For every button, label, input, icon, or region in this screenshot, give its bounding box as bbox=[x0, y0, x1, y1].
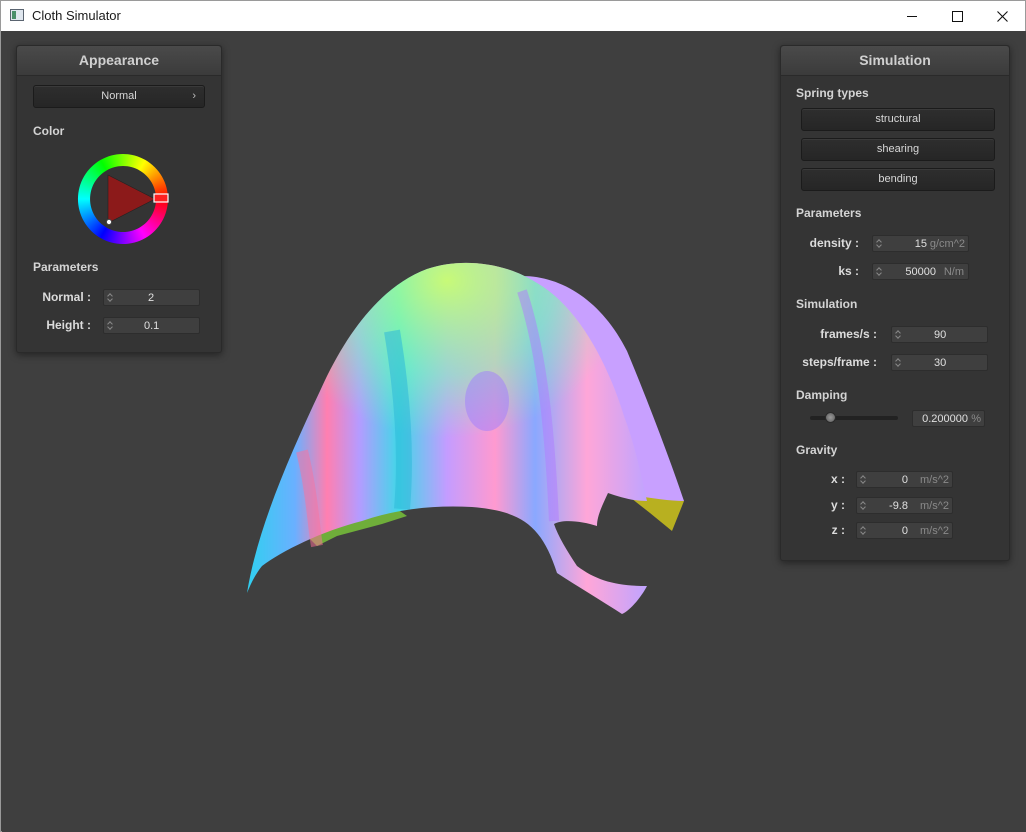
spinner-icon[interactable] bbox=[860, 499, 867, 512]
structural-button[interactable]: structural bbox=[801, 108, 995, 131]
color-triangle-handle[interactable] bbox=[105, 218, 113, 226]
gravity-y-label: y : bbox=[830, 498, 845, 512]
appearance-panel: Appearance Normal › Color Parameters Nor… bbox=[16, 45, 222, 353]
appearance-params-label: Parameters bbox=[33, 260, 99, 274]
shader-dropdown[interactable]: Normal › bbox=[33, 85, 205, 108]
ks-input[interactable]: 50000 N/m bbox=[872, 263, 969, 280]
color-wheel-picker[interactable] bbox=[73, 149, 173, 249]
cloth-dimple bbox=[465, 371, 509, 431]
app-icon bbox=[10, 9, 24, 21]
damping-input[interactable]: 0.200000 % bbox=[912, 410, 985, 427]
spinner-icon[interactable] bbox=[860, 524, 867, 537]
color-section-label: Color bbox=[33, 124, 65, 138]
close-button[interactable] bbox=[979, 1, 1025, 31]
height-label: Height : bbox=[46, 318, 91, 332]
gravity-y-input[interactable]: -9.8 m/s^2 bbox=[856, 497, 953, 514]
render-viewport[interactable]: Appearance Normal › Color Parameters Nor… bbox=[2, 31, 1026, 832]
steps-input[interactable]: 30 bbox=[891, 354, 988, 371]
spinner-icon[interactable] bbox=[895, 328, 902, 341]
spinner-icon[interactable] bbox=[876, 237, 883, 250]
gravity-x-label: x : bbox=[830, 472, 845, 486]
density-label: density : bbox=[809, 236, 859, 250]
spring-types-label: Spring types bbox=[796, 86, 869, 100]
gravity-z-label: z : bbox=[831, 523, 845, 537]
color-triangle[interactable] bbox=[108, 175, 155, 223]
close-icon bbox=[997, 11, 1008, 22]
height-input[interactable]: 0.1 bbox=[103, 317, 200, 334]
maximize-button[interactable] bbox=[934, 1, 980, 31]
bending-button[interactable]: bending bbox=[801, 168, 995, 191]
spinner-icon[interactable] bbox=[860, 473, 867, 486]
density-input[interactable]: 15 g/cm^2 bbox=[872, 235, 969, 252]
ks-label: ks : bbox=[838, 264, 859, 278]
gravity-x-input[interactable]: 0 m/s^2 bbox=[856, 471, 953, 488]
gravity-label: Gravity bbox=[796, 443, 838, 457]
spinner-icon[interactable] bbox=[107, 319, 114, 332]
spinner-icon[interactable] bbox=[895, 356, 902, 369]
title-bar[interactable]: Cloth Simulator bbox=[1, 1, 1025, 31]
simulation-panel: Simulation Spring types structural shear… bbox=[780, 45, 1010, 561]
spinner-icon[interactable] bbox=[876, 265, 883, 278]
damping-label: Damping bbox=[796, 388, 848, 402]
shader-dropdown-value: Normal bbox=[101, 90, 137, 102]
hue-handle[interactable] bbox=[153, 193, 169, 203]
normal-input[interactable]: 2 bbox=[103, 289, 200, 306]
spinner-icon[interactable] bbox=[107, 291, 114, 304]
damping-slider-track bbox=[810, 416, 898, 420]
window-title: Cloth Simulator bbox=[32, 8, 121, 23]
damping-slider-knob[interactable] bbox=[825, 412, 836, 423]
minimize-button[interactable] bbox=[889, 1, 935, 31]
gravity-z-input[interactable]: 0 m/s^2 bbox=[856, 522, 953, 539]
chevron-right-icon: › bbox=[192, 90, 196, 102]
minimize-icon bbox=[907, 16, 917, 17]
fps-input[interactable]: 90 bbox=[891, 326, 988, 343]
normal-label: Normal : bbox=[42, 290, 91, 304]
damping-slider[interactable] bbox=[810, 411, 898, 425]
maximize-icon bbox=[952, 11, 963, 22]
steps-label: steps/frame : bbox=[802, 355, 877, 369]
app-window: Cloth Simulator Appearance Normal › Colo… bbox=[0, 0, 1026, 832]
fps-label: frames/s : bbox=[820, 327, 877, 341]
shearing-button[interactable]: shearing bbox=[801, 138, 995, 161]
sim-params-label: Parameters bbox=[796, 206, 862, 220]
appearance-panel-title[interactable]: Appearance bbox=[17, 46, 221, 76]
sim-section-label: Simulation bbox=[796, 297, 858, 311]
simulation-panel-title[interactable]: Simulation bbox=[781, 46, 1009, 76]
